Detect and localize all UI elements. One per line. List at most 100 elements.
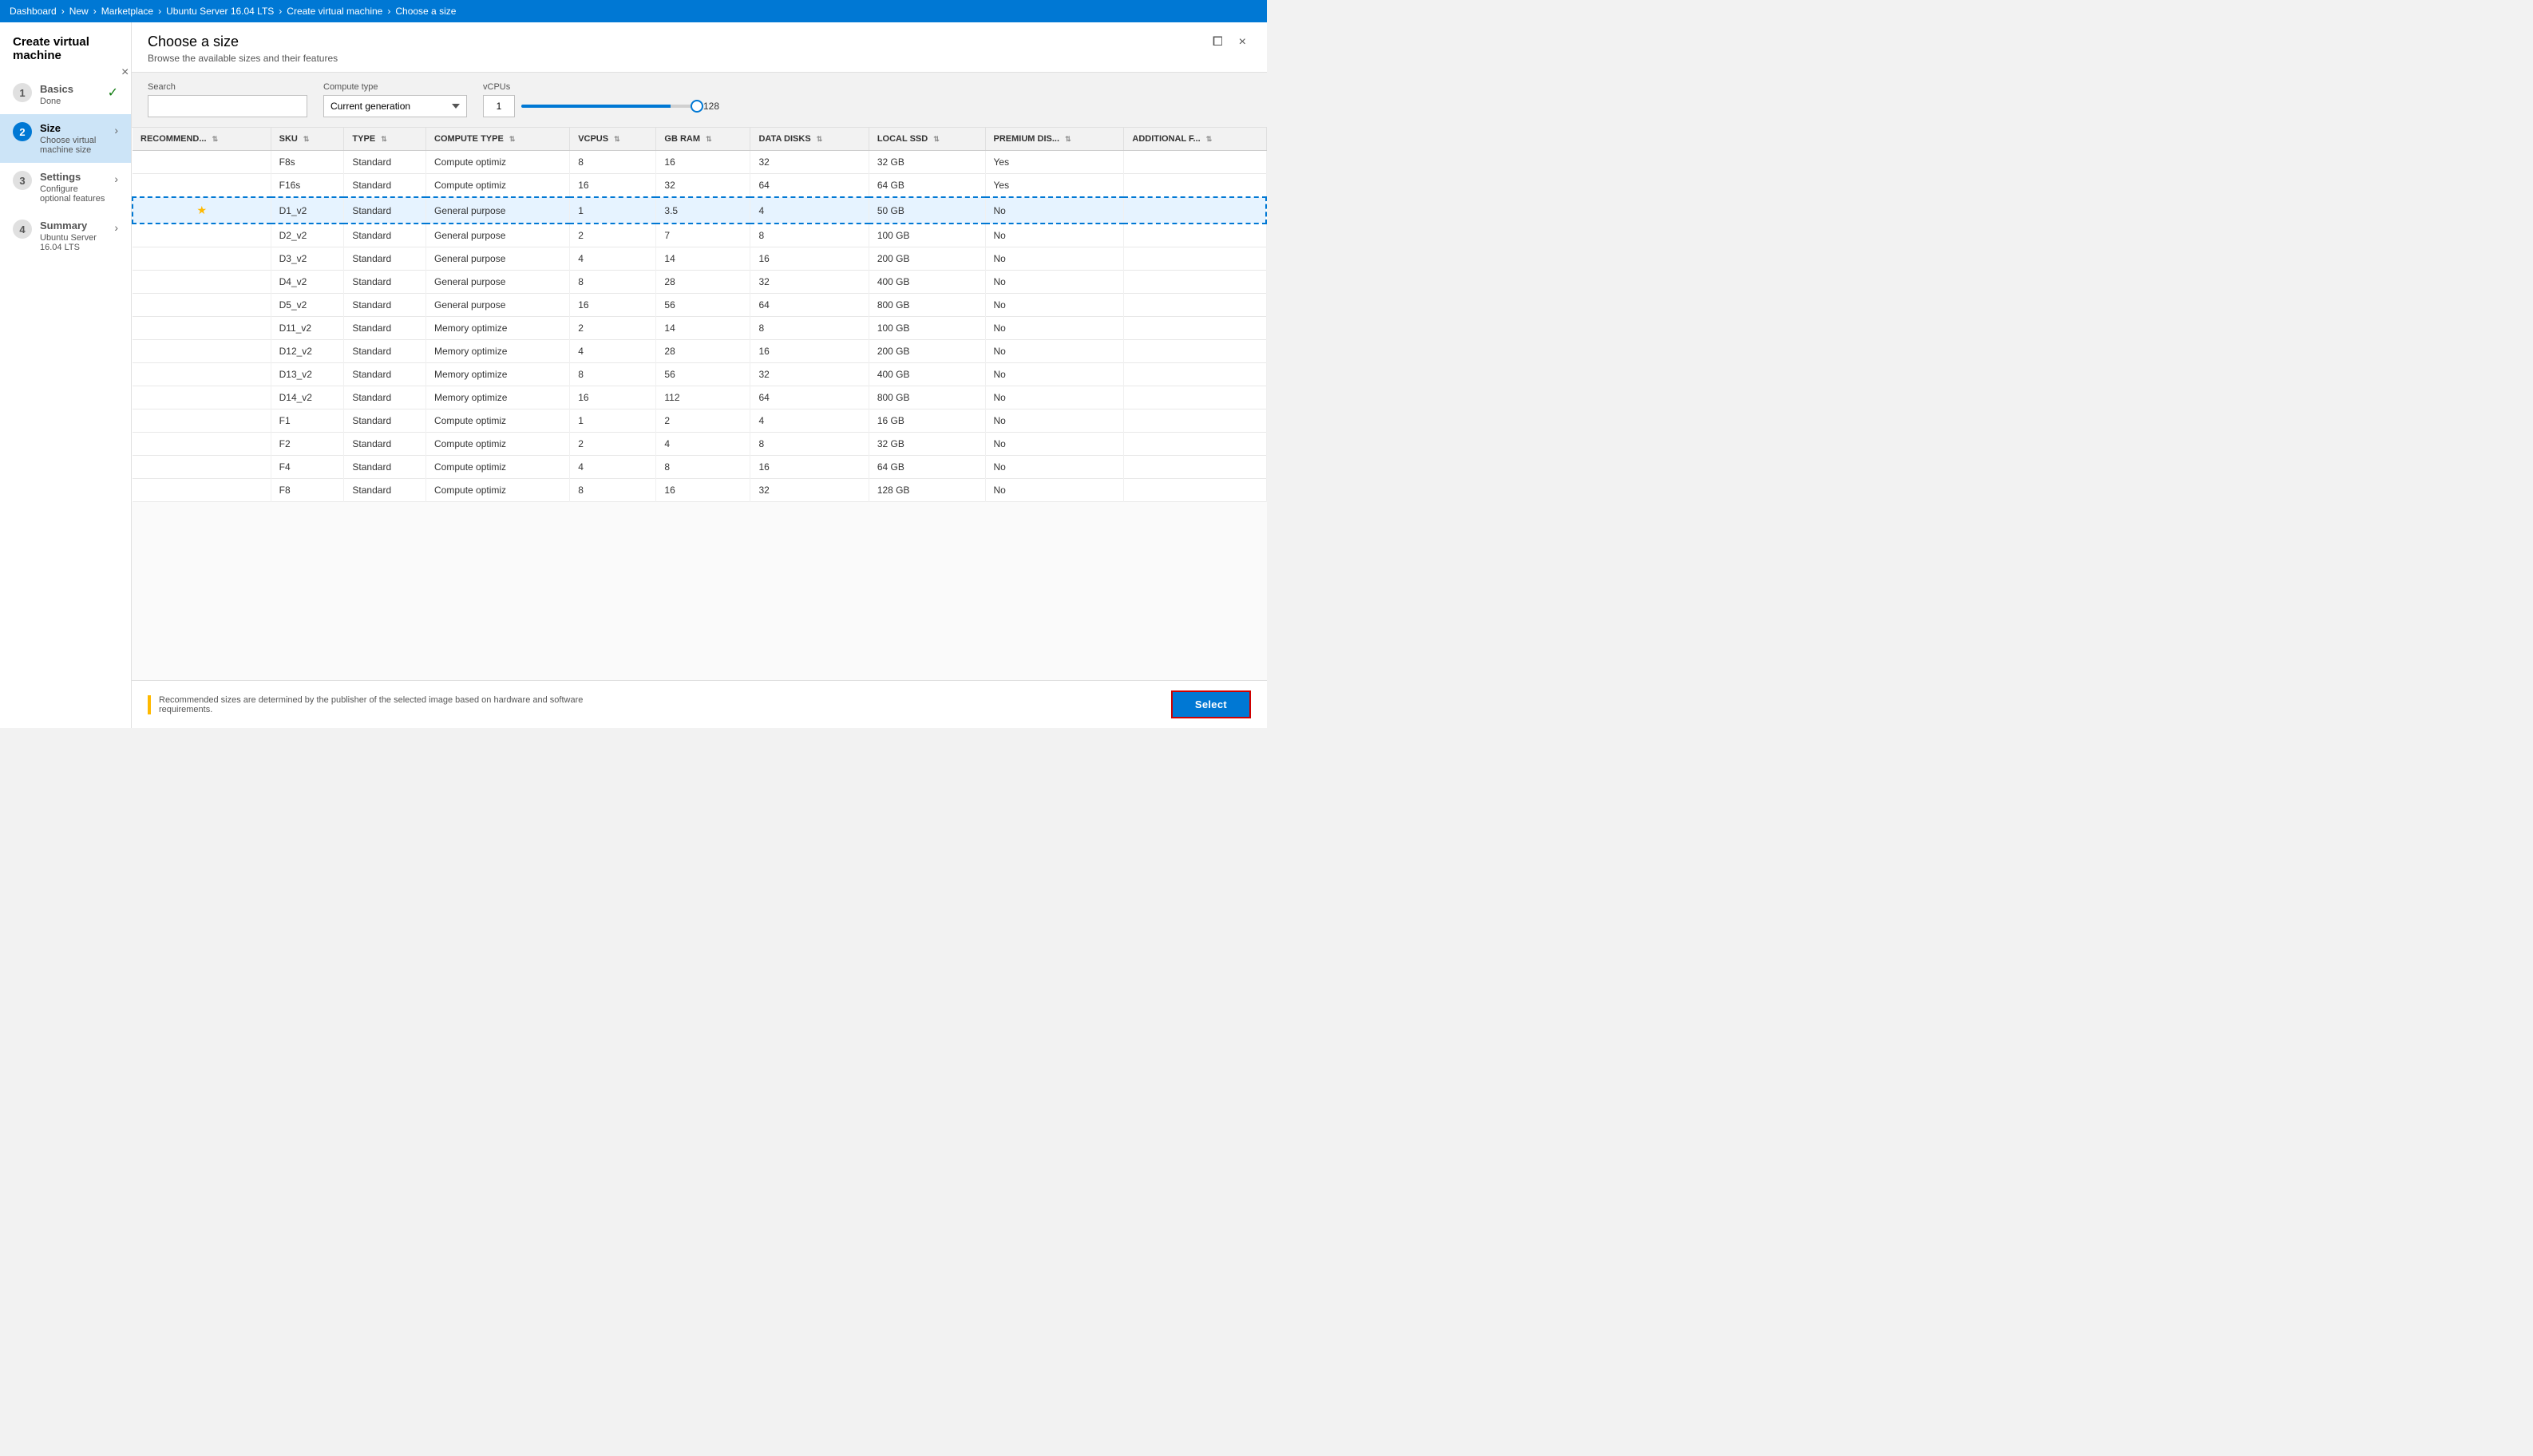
cell-sku: D3_v2 [271,247,344,271]
sidebar-item-summary[interactable]: 4 Summary Ubuntu Server 16.04 LTS › [0,212,131,260]
breadcrumb-marketplace[interactable]: Marketplace [101,6,153,17]
table-row[interactable]: D11_v2StandardMemory optimize2148100 GBN… [133,317,1266,340]
size-table-container: RECOMMEND... ⇅ SKU ⇅ TYPE ⇅ COMPUTE TY [132,128,1267,680]
step-sub-settings: Configure optional features [40,184,106,204]
breadcrumb-dashboard[interactable]: Dashboard [10,6,57,17]
panel-close-button[interactable]: × [1234,34,1251,51]
cell-local_ssd: 32 GB [869,433,985,456]
cell-type: Standard [344,363,426,386]
cell-premium_dis: No [985,247,1124,271]
sort-icon-gb-ram: ⇅ [706,135,712,143]
breadcrumb-current: Choose a size [395,6,456,17]
table-row[interactable]: D12_v2StandardMemory optimize42816200 GB… [133,340,1266,363]
cell-local_ssd: 64 GB [869,456,985,479]
sort-icon-data-disks: ⇅ [817,135,823,143]
cell-type: Standard [344,197,426,224]
cell-compute_type: General purpose [426,271,570,294]
step-number-3: 3 [13,171,32,190]
cell-premium_dis: No [985,386,1124,410]
cell-gb_ram: 32 [656,174,750,198]
cell-vcpus: 8 [570,151,656,174]
col-premium-dis[interactable]: PREMIUM DIS... ⇅ [985,128,1124,151]
cell-vcpus: 2 [570,317,656,340]
cell-data_disks: 8 [750,317,869,340]
sidebar-item-settings[interactable]: 3 Settings Configure optional features › [0,163,131,212]
panel-title: Choose a size [148,34,338,50]
bottom-bar: Recommended sizes are determined by the … [132,680,1267,728]
cell-local_ssd: 200 GB [869,247,985,271]
sidebar-close-button[interactable]: × [121,65,129,80]
cell-data_disks: 32 [750,363,869,386]
table-row[interactable]: D14_v2StandardMemory optimize1611264800 … [133,386,1266,410]
table-row[interactable]: D3_v2StandardGeneral purpose41416200 GBN… [133,247,1266,271]
cell-gb_ram: 2 [656,410,750,433]
cell-recommended: ★ [133,197,271,224]
cell-type: Standard [344,456,426,479]
search-input[interactable] [148,95,307,117]
col-gb-ram[interactable]: GB RAM ⇅ [656,128,750,151]
cell-premium_dis: No [985,479,1124,502]
cell-data_disks: 64 [750,174,869,198]
table-row[interactable]: D2_v2StandardGeneral purpose278100 GBNo [133,224,1266,247]
sort-icon-local-ssd: ⇅ [933,135,940,143]
panel-subtitle: Browse the available sizes and their fea… [148,53,338,64]
panel-header: Choose a size Browse the available sizes… [132,22,1267,73]
table-row[interactable]: F2StandardCompute optimiz24832 GBNo [133,433,1266,456]
cell-type: Standard [344,247,426,271]
step-sub-basics: Done [40,97,100,106]
sort-icon-recommended: ⇅ [212,135,219,143]
col-additional-f[interactable]: ADDITIONAL F... ⇅ [1124,128,1266,151]
vcpus-slider-thumb[interactable] [691,100,703,113]
cell-compute_type: Compute optimiz [426,456,570,479]
table-row[interactable]: ★D1_v2StandardGeneral purpose13.5450 GBN… [133,197,1266,224]
table-row[interactable]: D13_v2StandardMemory optimize85632400 GB… [133,363,1266,386]
sidebar-item-basics[interactable]: 1 Basics Done ✓ [0,75,131,114]
cell-vcpus: 16 [570,174,656,198]
cell-premium_dis: No [985,271,1124,294]
table-row[interactable]: F16sStandardCompute optimiz16326464 GBYe… [133,174,1266,198]
cell-type: Standard [344,271,426,294]
select-button[interactable]: Select [1171,690,1251,718]
cell-additional_f [1124,224,1266,247]
cell-gb_ram: 4 [656,433,750,456]
table-row[interactable]: F8StandardCompute optimiz81632128 GBNo [133,479,1266,502]
cell-vcpus: 8 [570,363,656,386]
table-row[interactable]: F4StandardCompute optimiz481664 GBNo [133,456,1266,479]
compute-type-select[interactable]: Current generation All generations Previ… [323,95,467,117]
cell-data_disks: 16 [750,456,869,479]
cell-gb_ram: 3.5 [656,197,750,224]
sidebar-item-size[interactable]: 2 Size Choose virtual machine size › [0,114,131,163]
vcpus-slider-track [521,105,697,108]
col-sku[interactable]: SKU ⇅ [271,128,344,151]
col-local-ssd[interactable]: LOCAL SSD ⇅ [869,128,985,151]
col-compute-type[interactable]: COMPUTE TYPE ⇅ [426,128,570,151]
col-type[interactable]: TYPE ⇅ [344,128,426,151]
breadcrumb-ubuntu[interactable]: Ubuntu Server 16.04 LTS [166,6,274,17]
compute-type-label: Compute type [323,82,467,92]
col-recommended[interactable]: RECOMMEND... ⇅ [133,128,271,151]
cell-compute_type: General purpose [426,247,570,271]
col-vcpus[interactable]: VCPUS ⇅ [570,128,656,151]
cell-recommended [133,340,271,363]
breadcrumb-new[interactable]: New [69,6,89,17]
cell-premium_dis: No [985,294,1124,317]
cell-premium_dis: No [985,224,1124,247]
panel-maximize-button[interactable]: ⧠ [1208,34,1228,51]
table-row[interactable]: F8sStandardCompute optimiz8163232 GBYes [133,151,1266,174]
table-row[interactable]: D5_v2StandardGeneral purpose165664800 GB… [133,294,1266,317]
size-table: RECOMMEND... ⇅ SKU ⇅ TYPE ⇅ COMPUTE TY [132,128,1267,502]
sort-icon-additional-f: ⇅ [1206,135,1213,143]
col-data-disks[interactable]: DATA DISKS ⇅ [750,128,869,151]
cell-recommended [133,433,271,456]
sidebar: Create virtual machine × 1 Basics Done ✓… [0,22,132,728]
table-row[interactable]: D4_v2StandardGeneral purpose82832400 GBN… [133,271,1266,294]
step-label-basics: Basics [40,83,100,95]
cell-local_ssd: 800 GB [869,386,985,410]
vcpus-min-input[interactable] [483,95,515,117]
vcpus-max-label: 128 [703,101,719,112]
breadcrumb-create-vm[interactable]: Create virtual machine [287,6,382,17]
cell-recommended [133,479,271,502]
cell-data_disks: 32 [750,479,869,502]
table-row[interactable]: F1StandardCompute optimiz12416 GBNo [133,410,1266,433]
cell-additional_f [1124,317,1266,340]
